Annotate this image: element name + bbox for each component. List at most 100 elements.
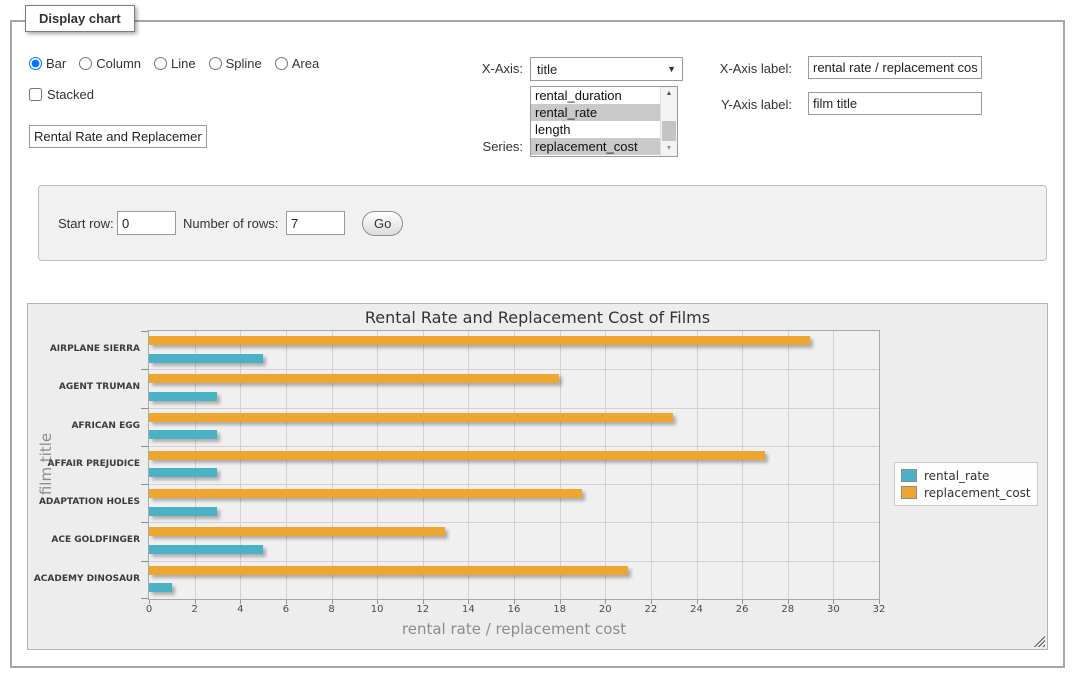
chart-title-input[interactable] [29,125,207,148]
x-tick-label: 4 [225,604,255,615]
x-tick-label: 8 [317,604,347,615]
chart-type-radios: Bar Column Line Spline Area [29,55,319,71]
series-option-rental_duration[interactable]: rental_duration [531,87,666,104]
radio-label: Column [96,56,141,71]
x-tick-label: 2 [180,604,210,615]
y-axis-tick [141,598,148,599]
series-listbox[interactable]: rental_durationrental_ratelengthreplacem… [530,86,678,157]
scroll-down-icon[interactable]: ▼ [661,142,677,156]
y-axis-tick [141,446,148,447]
x-tick-label: 18 [545,604,575,615]
series-option-replacement_cost[interactable]: replacement_cost [531,138,666,155]
scrollbar-thumb[interactable] [662,121,676,141]
y-axis-tick [141,331,148,332]
stacked-checkbox[interactable] [29,88,42,101]
chevron-down-icon: ▼ [667,64,676,74]
chart-type-option-line[interactable]: Line [154,56,196,71]
x-axis-label-input[interactable] [808,56,982,79]
gridline [240,331,241,599]
chart-type-option-spline[interactable]: Spline [209,56,262,71]
series-option-length[interactable]: length [531,121,666,138]
legend-swatch [901,469,917,482]
gridline [149,522,879,523]
radio-column[interactable] [79,57,92,70]
scroll-up-icon[interactable]: ▲ [661,87,677,101]
legend-item: replacement_cost [901,484,1031,501]
legend-label: rental_rate [924,469,989,483]
chart-area: Rental Rate and Replacement Cost of Film… [27,303,1048,650]
bar-rental_rate [149,354,263,363]
stacked-option[interactable]: Stacked [29,87,94,102]
x-axis-label-field-label: X-Axis label: [700,61,792,76]
go-button[interactable]: Go [362,211,403,236]
gridline [149,408,879,409]
gridline [149,446,879,447]
bar-replacement_cost [149,566,628,575]
resize-handle-icon[interactable] [1033,635,1045,647]
chart-title: Rental Rate and Replacement Cost of Film… [28,308,1047,327]
y-axis-tick [141,522,148,523]
radio-area[interactable] [275,57,288,70]
listbox-scrollbar[interactable]: ▲ ▼ [660,87,677,156]
radio-spline[interactable] [209,57,222,70]
gridline [377,331,378,599]
radio-label: Spline [226,56,262,71]
bar-rental_rate [149,468,217,477]
display-chart-panel: Display chart BarColumnLineSplineArea St… [10,20,1065,668]
x-tick-label: 30 [818,604,848,615]
x-tick-label: 22 [636,604,666,615]
number-of-rows-label: Number of rows: [183,216,278,231]
gridline [605,331,606,599]
y-axis-tick [141,484,148,485]
category-label: AFFAIR PREJUDICE [32,459,140,470]
chart-type-option-column[interactable]: Column [79,56,141,71]
radio-label: Area [292,56,319,71]
gridline [514,331,515,599]
gridline [195,331,196,599]
x-tick-label: 28 [773,604,803,615]
x-axis-title: rental rate / replacement cost [148,620,880,638]
gridline [149,484,879,485]
gridline [286,331,287,599]
x-tick-label: 0 [134,604,164,615]
gridline [742,331,743,599]
x-tick-label: 12 [408,604,438,615]
bar-replacement_cost [149,336,810,345]
plot-area: 02468101214161820222426283032 [148,330,880,600]
x-tick-label: 10 [362,604,392,615]
bar-rental_rate [149,583,172,592]
x-tick-label: 14 [453,604,483,615]
radio-bar[interactable] [29,57,42,70]
category-label: ACE GOLDFINGER [32,535,140,546]
chart-type-option-area[interactable]: Area [275,56,319,71]
start-row-input[interactable] [117,211,176,235]
row-controls-panel: Start row: Number of rows: Go [38,185,1047,261]
radio-label: Line [171,56,196,71]
number-of-rows-input[interactable] [286,211,345,235]
category-label: AFRICAN EGG [32,421,140,432]
gridline [697,331,698,599]
x-tick-label: 6 [271,604,301,615]
chart-type-option-bar[interactable]: Bar [29,56,66,71]
x-tick-label: 20 [590,604,620,615]
gridline [468,331,469,599]
bar-rental_rate [149,430,217,439]
y-axis-tick [141,561,148,562]
gridline [651,331,652,599]
gridline [788,331,789,599]
series-listbox-items: rental_durationrental_ratelengthreplacem… [531,87,677,155]
y-axis-label-input[interactable] [808,92,982,115]
series-listbox-label: Series: [442,139,523,154]
radio-line[interactable] [154,57,167,70]
x-axis-select[interactable]: title ▼ [530,57,683,81]
y-axis-tick [141,369,148,370]
bar-replacement_cost [149,413,673,422]
bar-replacement_cost [149,527,445,536]
bar-rental_rate [149,507,217,516]
legend-swatch [901,486,917,499]
x-tick-label: 16 [499,604,529,615]
series-option-rental_rate[interactable]: rental_rate [531,104,666,121]
x-tick-label: 24 [682,604,712,615]
radio-label: Bar [46,56,66,71]
y-axis-label-field-label: Y-Axis label: [700,97,792,112]
